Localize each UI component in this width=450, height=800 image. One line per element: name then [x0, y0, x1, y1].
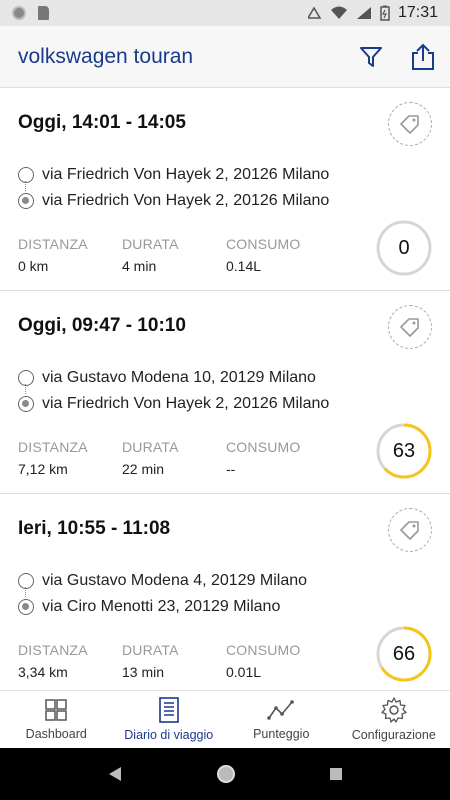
consumption-label: CONSUMO [226, 236, 301, 252]
score-ring[interactable]: 66 [376, 626, 432, 682]
notification-icon [12, 6, 26, 20]
nav-settings[interactable]: Configurazione [338, 691, 450, 748]
back-icon[interactable] [107, 766, 123, 782]
nav-score-label: Punteggio [253, 727, 310, 741]
consumption-label: CONSUMO [226, 439, 301, 455]
start-point-icon [18, 573, 34, 589]
system-nav-bar [0, 748, 450, 800]
status-bar: 17:31 [0, 0, 450, 26]
nav-score[interactable]: Punteggio [225, 691, 338, 748]
duration-label: DURATA [122, 439, 179, 455]
end-point-icon [18, 396, 34, 412]
trip-list[interactable]: Oggi, 14:01 - 14:05 via Friedrich Von Ha… [0, 88, 450, 690]
duration-label: DURATA [122, 236, 179, 252]
route: via Friedrich Von Hayek 2, 20126 Milano … [18, 162, 432, 214]
share-icon [412, 43, 434, 70]
route-start-address: via Friedrich Von Hayek 2, 20126 Milano [42, 166, 330, 183]
tag-icon [400, 318, 419, 337]
start-point-icon [18, 370, 34, 386]
nav-dashboard-label: Dashboard [25, 727, 87, 741]
route-start: via Friedrich Von Hayek 2, 20126 Milano [18, 162, 432, 188]
trip-card[interactable]: Oggi, 14:01 - 14:05 via Friedrich Von Ha… [0, 88, 450, 291]
chart-icon [267, 700, 295, 720]
score-ring[interactable]: 0 [376, 220, 432, 276]
battery-icon [380, 5, 390, 21]
signal-icon [307, 6, 322, 19]
tag-icon [400, 521, 419, 540]
recents-icon[interactable] [329, 767, 343, 781]
gear-icon [381, 697, 407, 723]
consumption-value: 0.01L [226, 664, 262, 680]
end-point-icon [18, 599, 34, 615]
trip-stats: DISTANZA 3,34 km DURATA 13 min CONSUMO 0.01… [18, 642, 432, 680]
consumption-label: CONSUMO [226, 642, 301, 658]
route-end-address: via Friedrich Von Hayek 2, 20126 Milano [42, 395, 330, 412]
score-value: 63 [392, 439, 416, 462]
filter-button[interactable] [358, 44, 384, 70]
score-value: 0 [398, 236, 410, 259]
route: via Gustavo Modena 10, 20129 Milano via … [18, 365, 432, 417]
trip-time: Oggi, 09:47 - 10:10 [18, 315, 186, 336]
tag-icon [400, 115, 419, 134]
route: via Gustavo Modena 4, 20129 Milano via C… [18, 568, 432, 620]
tag-button[interactable] [388, 305, 432, 349]
route-start-address: via Gustavo Modena 4, 20129 Milano [42, 572, 308, 589]
clock: 17:31 [397, 4, 438, 21]
distance-value: 0 km [18, 258, 49, 274]
trip-stats: DISTANZA 7,12 km DURATA 22 min CONSUMO -- [18, 439, 432, 477]
duration-value: 13 min [122, 664, 165, 680]
nav-trip-journal-label: Diario di viaggio [124, 728, 214, 742]
distance-label: DISTANZA [18, 236, 88, 252]
sd-card-icon [38, 6, 49, 20]
tag-button[interactable] [388, 508, 432, 552]
cellular-icon [356, 7, 371, 19]
nav-settings-label: Configurazione [351, 728, 436, 742]
route-start: via Gustavo Modena 10, 20129 Milano [18, 365, 432, 391]
trip-time: Ieri, 10:55 - 11:08 [18, 518, 171, 539]
journal-icon [158, 697, 179, 723]
duration-value: 4 min [122, 258, 157, 274]
nav-trip-journal[interactable]: Diario di viaggio [113, 691, 226, 748]
dashboard-icon [45, 699, 67, 721]
route-end: via Friedrich Von Hayek 2, 20126 Milano [18, 391, 432, 417]
end-point-icon [18, 193, 34, 209]
bottom-nav: Dashboard Diario di viaggio Punteggio Co… [0, 690, 450, 748]
consumption-value: -- [226, 461, 236, 477]
share-button[interactable] [410, 43, 436, 70]
tag-button[interactable] [388, 102, 432, 146]
distance-value: 7,12 km [18, 461, 68, 477]
route-start-address: via Gustavo Modena 10, 20129 Milano [42, 369, 316, 386]
route-start: via Gustavo Modena 4, 20129 Milano [18, 568, 432, 594]
route-end-address: via Ciro Menotti 23, 20129 Milano [42, 598, 281, 615]
score-value: 66 [392, 642, 416, 665]
duration-label: DURATA [122, 642, 179, 658]
duration-value: 22 min [122, 461, 165, 477]
filter-icon [360, 46, 382, 67]
page-title: volkswagen touran [18, 44, 194, 68]
wifi-icon [330, 6, 347, 19]
trip-time: Oggi, 14:01 - 14:05 [18, 112, 186, 133]
trip-card[interactable]: Ieri, 10:55 - 11:08 via Gustavo Modena 4… [0, 494, 450, 690]
app-bar: volkswagen touran [0, 26, 450, 88]
route-end: via Friedrich Von Hayek 2, 20126 Milano [18, 188, 432, 214]
nav-dashboard[interactable]: Dashboard [0, 691, 113, 748]
route-end-address: via Friedrich Von Hayek 2, 20126 Milano [42, 192, 330, 209]
score-ring[interactable]: 63 [376, 423, 432, 479]
route-end: via Ciro Menotti 23, 20129 Milano [18, 594, 432, 620]
distance-label: DISTANZA [18, 439, 88, 455]
home-icon[interactable] [216, 764, 236, 784]
trip-stats: DISTANZA 0 km DURATA 4 min CONSUMO 0.14L [18, 236, 432, 274]
trip-card[interactable]: Oggi, 09:47 - 10:10 via Gustavo Modena 1… [0, 291, 450, 494]
distance-value: 3,34 km [18, 664, 68, 680]
consumption-value: 0.14L [226, 258, 262, 274]
distance-label: DISTANZA [18, 642, 88, 658]
start-point-icon [18, 167, 34, 183]
